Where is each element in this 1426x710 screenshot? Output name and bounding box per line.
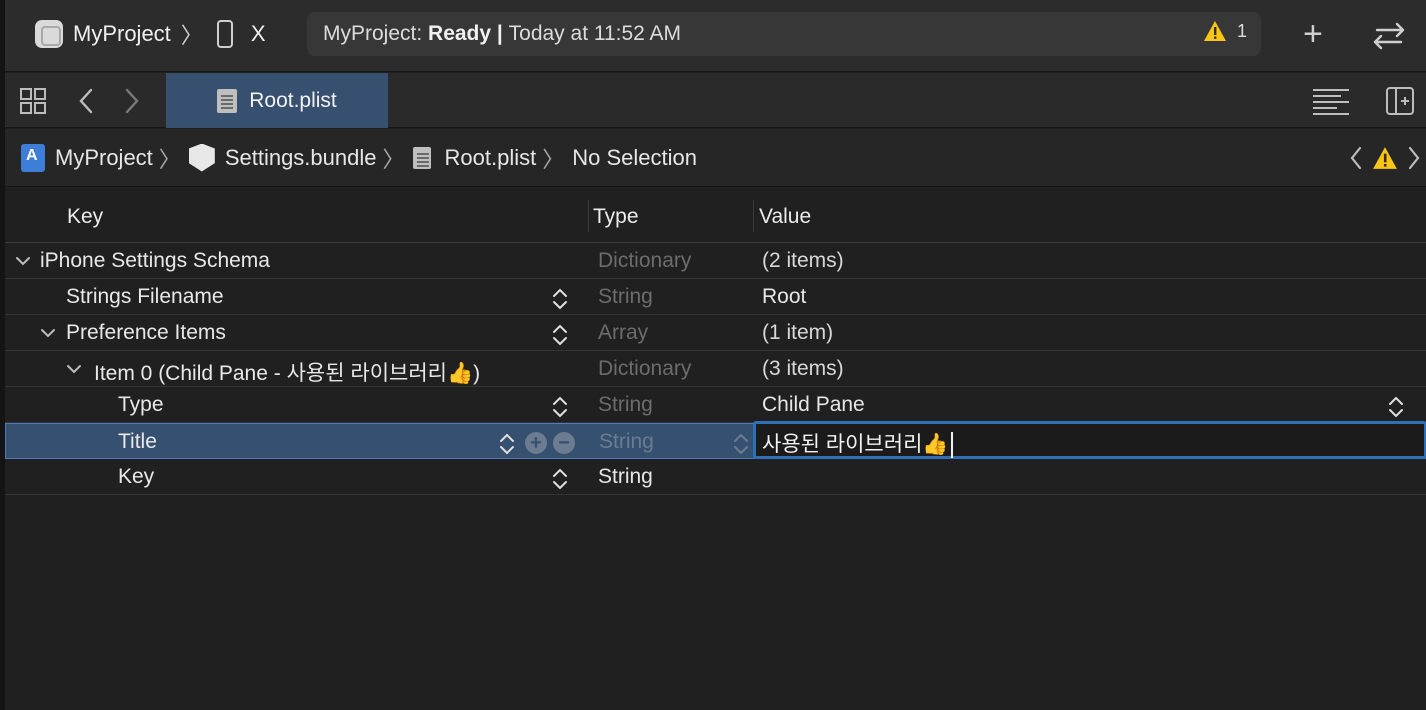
warning-indicator[interactable]: 1: [1203, 20, 1247, 42]
key-popup-stepper-icon[interactable]: [498, 432, 516, 456]
plist-editor: Key Type Value iPhone Settings Schema Di…: [5, 188, 1426, 710]
warning-icon: [1203, 21, 1226, 41]
row-key: Title: [118, 430, 157, 453]
editor-tab-bar: Root.plist: [5, 73, 1426, 128]
breadcrumb-no-selection[interactable]: No Selection: [572, 145, 697, 171]
row-key: Strings Filename: [66, 285, 224, 308]
plus-icon: +: [1303, 15, 1323, 53]
column-header-key[interactable]: Key: [67, 205, 103, 229]
plist-row[interactable]: Preference Items Array (1 item): [5, 315, 1426, 351]
chevron-right-icon: 〉: [180, 23, 203, 48]
toolbar: MyProject 〉 X MyProject: Ready | Today a…: [5, 0, 1426, 72]
breadcrumb-label: Settings.bundle: [224, 144, 377, 170]
column-header-type[interactable]: Type: [593, 205, 639, 229]
scheme-selector[interactable]: MyProject 〉 X: [35, 18, 266, 50]
plus-circle-icon: +: [530, 432, 542, 454]
bundle-icon: [188, 143, 215, 172]
key-popup-stepper-icon[interactable]: [551, 323, 569, 347]
breadcrumb-root-plist[interactable]: Root.plist: [412, 144, 537, 171]
plist-file-icon: [412, 146, 431, 169]
plist-row[interactable]: Strings Filename String Root: [5, 279, 1426, 315]
value-edit-text: 사용된 라이브러리👍: [762, 433, 949, 456]
remove-row-button[interactable]: −: [553, 432, 575, 454]
iphone-device-icon: [216, 20, 233, 48]
text-caret: [950, 432, 953, 459]
row-value: (1 item): [762, 321, 834, 344]
key-popup-stepper-icon[interactable]: [551, 395, 569, 419]
add-button[interactable]: +: [1303, 15, 1323, 53]
key-popup-stepper-icon[interactable]: [551, 287, 569, 311]
status-project: MyProject:: [323, 22, 423, 45]
plist-row[interactable]: Type String Child Pane: [5, 387, 1426, 423]
editor-options-icon[interactable]: [1311, 86, 1351, 116]
breadcrumb-label: No Selection: [572, 144, 697, 170]
device-name[interactable]: X: [251, 21, 266, 47]
breadcrumb-project[interactable]: MyProject: [21, 143, 153, 172]
breadcrumb-settings-bundle[interactable]: Settings.bundle: [188, 143, 377, 172]
column-divider[interactable]: [588, 200, 589, 232]
row-key: Item 0 (Child Pane - 사용된 라이브러리👍): [94, 362, 481, 385]
next-issue-chevron-icon[interactable]: [1406, 145, 1422, 171]
breadcrumb-label: Root.plist: [444, 144, 537, 170]
row-type: Dictionary: [598, 249, 692, 272]
tab-label: Root.plist: [249, 88, 337, 112]
value-popup-stepper-icon[interactable]: [1387, 395, 1405, 419]
plist-row[interactable]: iPhone Settings Schema Dictionary (2 ite…: [5, 243, 1426, 279]
status-time: Today at 11:52 AM: [508, 22, 682, 45]
row-key: Key: [118, 465, 155, 488]
row-value[interactable]: Root: [762, 285, 806, 309]
type-popup-stepper-icon[interactable]: [732, 432, 750, 456]
row-type: String: [599, 430, 654, 453]
issue-navigation: [1348, 129, 1426, 187]
status-state: Ready: [428, 22, 492, 45]
plist-row[interactable]: Key String: [5, 459, 1426, 495]
jump-bar: MyProject 〉 Settings.bundle 〉 Root.plist…: [5, 129, 1426, 187]
add-row-button[interactable]: +: [525, 432, 547, 454]
row-key: Type: [118, 393, 164, 416]
row-value: (3 items): [762, 357, 844, 380]
status-separator: |: [496, 22, 503, 45]
warning-count: 1: [1236, 20, 1247, 41]
plist-row[interactable]: Item 0 (Child Pane - 사용된 라이브러리👍) Diction…: [5, 351, 1426, 387]
app-target-icon: [35, 20, 63, 48]
chevron-right-icon: 〉: [382, 146, 405, 172]
related-items-icon[interactable]: [19, 87, 47, 115]
row-type: String: [598, 285, 653, 308]
disclosure-expanded-icon[interactable]: [13, 251, 33, 271]
disclosure-expanded-icon[interactable]: [38, 323, 58, 343]
activity-status-bar[interactable]: MyProject: Ready | Today at 11:52 AM 1: [307, 12, 1261, 56]
add-editor-split-icon[interactable]: [1385, 86, 1415, 116]
scheme-name: MyProject: [73, 21, 171, 46]
column-divider[interactable]: [753, 200, 754, 232]
row-key: Preference Items: [66, 321, 226, 344]
column-header-value[interactable]: Value: [759, 205, 811, 229]
row-type: String: [598, 393, 653, 416]
disclosure-expanded-icon[interactable]: [64, 359, 84, 379]
tab-root-plist[interactable]: Root.plist: [166, 73, 388, 128]
key-popup-stepper-icon[interactable]: [551, 467, 569, 491]
back-chevron-icon[interactable]: [77, 87, 97, 115]
warning-icon[interactable]: [1372, 146, 1398, 170]
plist-row-selected[interactable]: Title + − String 사용된 라이브러리👍: [5, 421, 1426, 459]
value-edit-field[interactable]: 사용된 라이브러리👍: [753, 421, 1426, 459]
chevron-right-icon: 〉: [158, 146, 181, 172]
previous-issue-chevron-icon[interactable]: [1348, 145, 1364, 171]
breadcrumb-label: MyProject: [55, 144, 153, 170]
minus-circle-icon: −: [558, 432, 570, 454]
forward-chevron-icon[interactable]: [121, 87, 141, 115]
chevron-right-icon: 〉: [542, 146, 565, 172]
plist-file-icon: [217, 88, 238, 113]
row-key: iPhone Settings Schema: [40, 249, 270, 272]
swap-arrows-icon[interactable]: [1369, 18, 1409, 52]
column-header-row: Key Type Value: [5, 188, 1426, 243]
row-value: (2 items): [762, 249, 844, 272]
row-type: String: [598, 465, 653, 488]
row-value[interactable]: Child Pane: [762, 393, 865, 417]
row-type: Array: [598, 321, 649, 344]
project-icon: [21, 143, 45, 172]
row-type: Dictionary: [598, 357, 692, 380]
